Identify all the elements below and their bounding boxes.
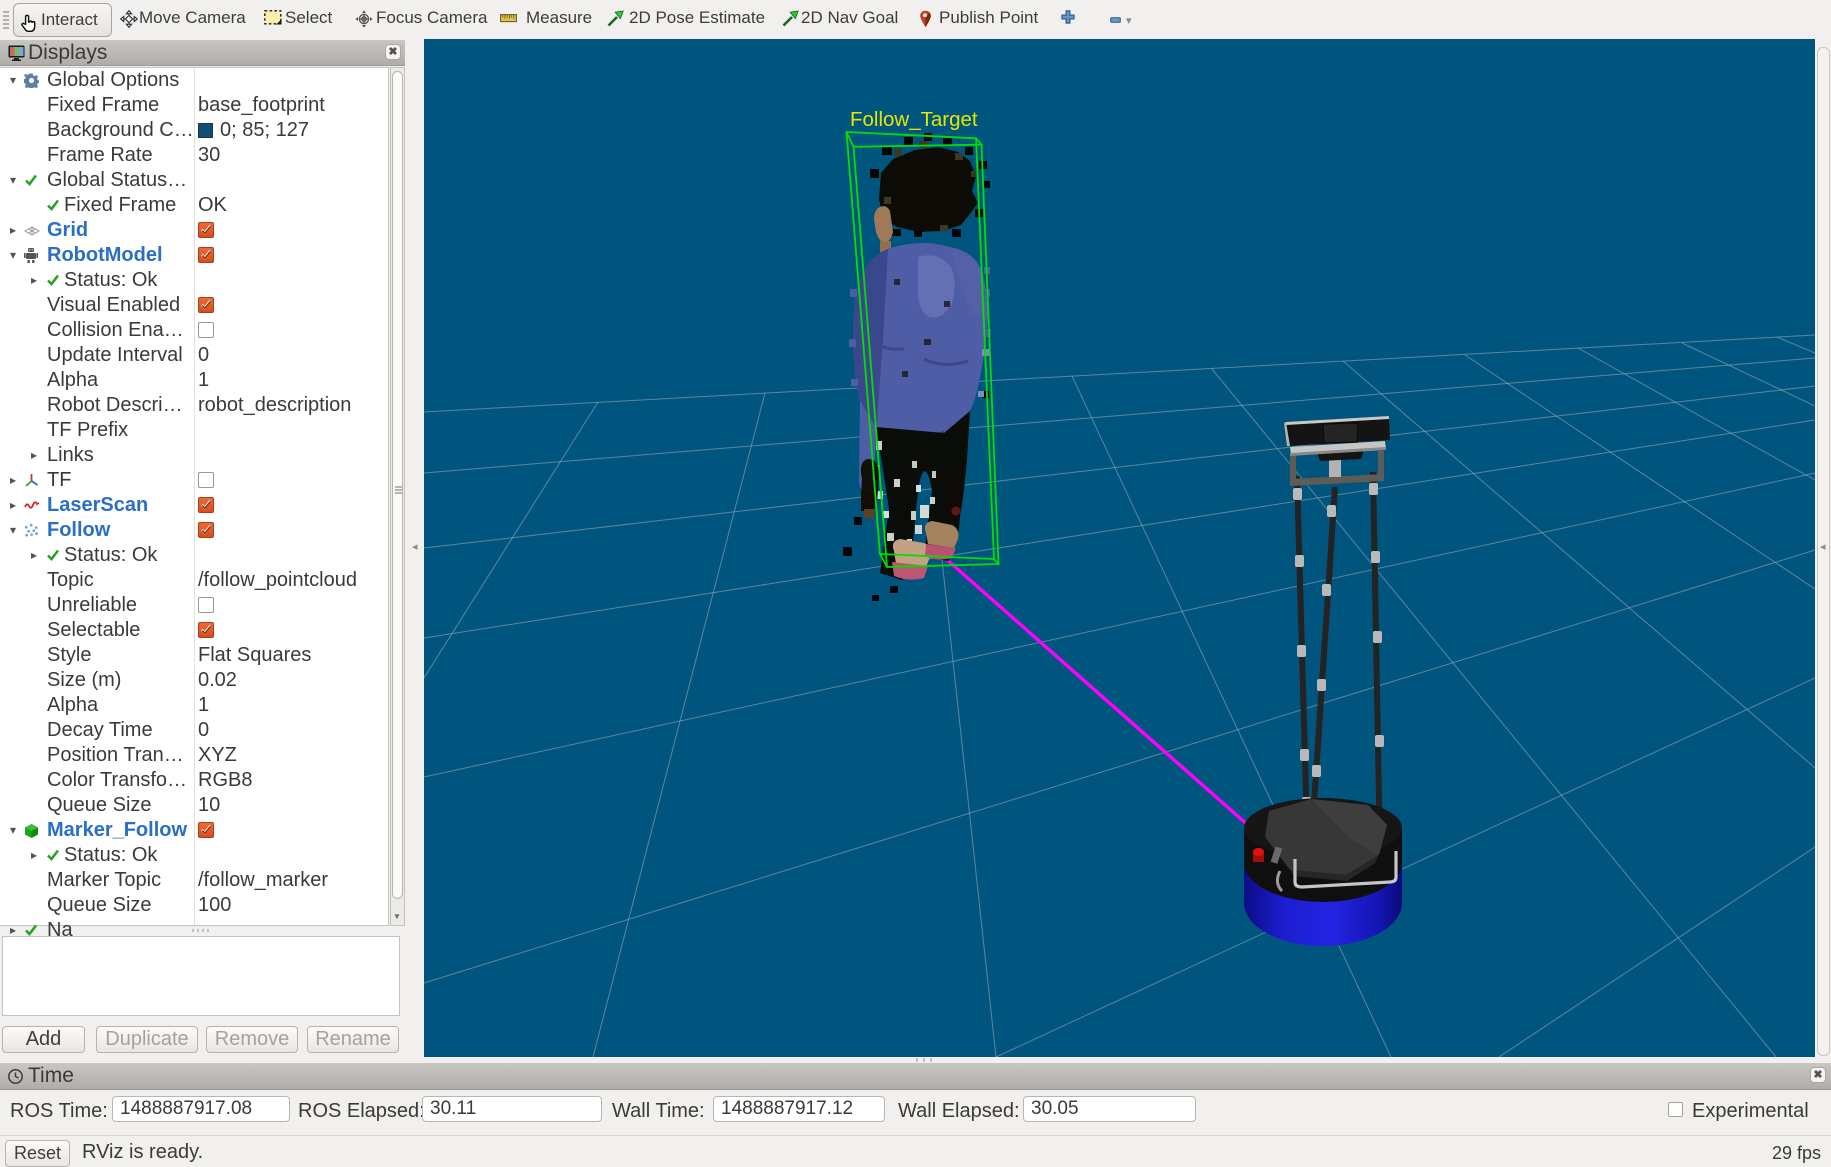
svg-text:Follow_Target: Follow_Target [850,108,978,131]
